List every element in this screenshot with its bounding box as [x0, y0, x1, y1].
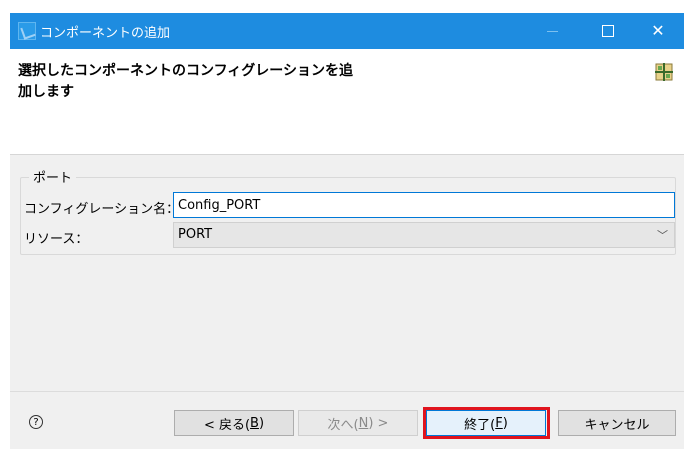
back-mnemonic: B: [250, 415, 259, 431]
next-mnemonic: N: [358, 415, 369, 431]
back-button[interactable]: < 戻る(B): [174, 410, 294, 436]
next-button[interactable]: 次へ(N) >: [298, 410, 418, 436]
message-line-2: 加します: [18, 84, 74, 100]
message-line-1: 選択したコンポーネントのコンフィグレーションを追: [18, 63, 354, 79]
close-button[interactable]: ✕: [638, 13, 678, 49]
config-name-input[interactable]: [173, 192, 675, 218]
title-bar: コンポーネントの追加 ✕: [10, 13, 684, 49]
maximize-button[interactable]: [588, 13, 628, 49]
component-grid-icon: [655, 63, 673, 81]
finish-label-end: ): [502, 415, 508, 431]
button-bar: ? < 戻る(B) 次へ(N) > 終了(F) キャンセル: [10, 391, 684, 449]
chevron-down-icon: ﹀: [657, 229, 668, 242]
window-title: コンポーネントの追加: [40, 26, 171, 41]
cancel-button[interactable]: キャンセル: [558, 410, 676, 436]
next-label: 次へ(: [327, 417, 359, 433]
resource-label: リソース：: [24, 232, 89, 247]
resource-value: PORT: [178, 227, 213, 242]
wizard-header: 選択したコンポーネントのコンフィグレーションを追 加します: [10, 49, 684, 155]
minimize-icon: [546, 30, 558, 32]
config-name-label: コンフィグレーション名：: [24, 202, 180, 217]
group-title: ポート: [29, 167, 77, 186]
minimize-button[interactable]: [532, 13, 572, 49]
wizard-message: 選択したコンポーネントのコンフィグレーションを追 加します: [18, 61, 378, 103]
finish-button[interactable]: 終了(F): [426, 410, 546, 436]
close-icon: ✕: [651, 21, 665, 40]
finish-label: 終了(: [464, 417, 496, 433]
app-icon: [18, 22, 36, 40]
maximize-icon: [602, 25, 614, 37]
wizard-body: ポート コンフィグレーション名： リソース： PORT ﹀: [10, 155, 684, 391]
back-label-end: ): [258, 415, 265, 431]
resource-select[interactable]: PORT ﹀: [173, 222, 675, 248]
help-icon[interactable]: ?: [29, 415, 43, 429]
back-label: < 戻る(: [203, 417, 251, 433]
finish-mnemonic: F: [495, 415, 503, 431]
next-label-end: ) >: [368, 415, 389, 431]
